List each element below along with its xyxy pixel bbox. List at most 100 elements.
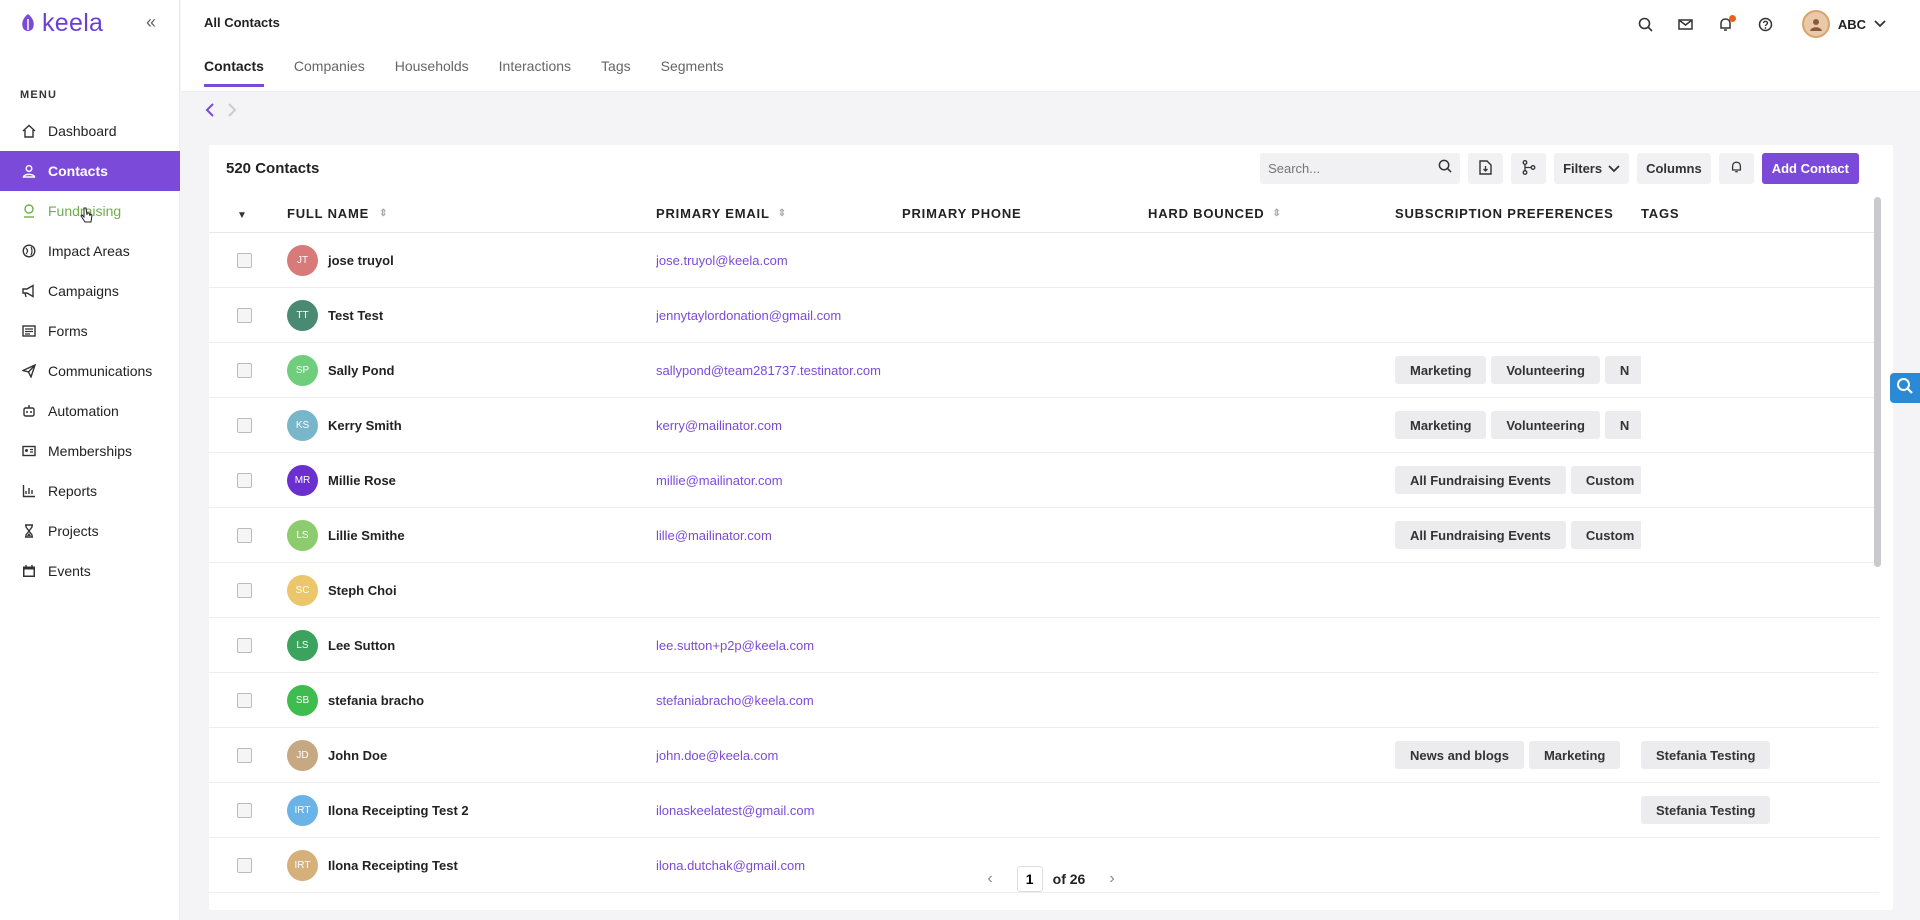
table-body: JT jose truyol jose.truyol@keela.com TT Test…: [209, 233, 1879, 893]
tab-contacts[interactable]: Contacts: [204, 58, 264, 87]
header-primary-phone[interactable]: PRIMARY PHONE: [902, 206, 1148, 221]
table-row[interactable]: SC Steph Choi: [209, 563, 1879, 618]
email-link[interactable]: kerry@mailinator.com: [656, 418, 902, 433]
sidebar-item-contacts[interactable]: Contacts: [0, 151, 180, 191]
email-link[interactable]: lee.sutton+p2p@keela.com: [656, 638, 902, 653]
keela-logo[interactable]: keela: [20, 9, 103, 37]
tags-cell: Stefania Testing: [1641, 796, 1841, 824]
email-link[interactable]: ilonaskeelatest@gmail.com: [656, 803, 902, 818]
filters-button[interactable]: Filters: [1554, 153, 1630, 184]
header-tags[interactable]: TAGS: [1641, 206, 1841, 221]
table-row[interactable]: LS Lillie Smithe lille@mailinator.com All F…: [209, 508, 1879, 563]
tag-chip[interactable]: Stefania Testing: [1641, 741, 1771, 769]
columns-button[interactable]: Columns: [1637, 153, 1711, 184]
row-checkbox[interactable]: [237, 527, 252, 543]
tag-chip[interactable]: Stefania Testing: [1641, 796, 1771, 824]
contact-name-link[interactable]: Millie Rose: [328, 473, 396, 488]
table-row[interactable]: SB stefania bracho stefaniabracho@keela.co…: [209, 673, 1879, 728]
tab-segments[interactable]: Segments: [661, 58, 724, 87]
email-link[interactable]: millie@mailinator.com: [656, 473, 902, 488]
sidebar-item-automation[interactable]: Automation: [0, 391, 180, 431]
page-number-input[interactable]: [1016, 866, 1043, 892]
search-icon[interactable]: [1438, 159, 1452, 178]
table-row[interactable]: JD John Doe john.doe@keela.com News and blo…: [209, 728, 1879, 783]
contact-name-link[interactable]: Ilona Receipting Test 2: [328, 803, 469, 818]
header-label: PRIMARY EMAIL: [656, 206, 770, 221]
mail-icon[interactable]: [1676, 14, 1696, 34]
header-full-name[interactable]: FULL NAME ⇕: [287, 206, 656, 221]
email-link[interactable]: stefaniabracho@keela.com: [656, 693, 902, 708]
email-link[interactable]: jennytaylordonation@gmail.com: [656, 308, 902, 323]
row-checkbox[interactable]: [237, 747, 252, 763]
subscription-cell: Marketing Volunteering N: [1395, 356, 1641, 384]
search-input[interactable]: [1268, 161, 1429, 176]
bell-icon[interactable]: [1716, 14, 1736, 34]
prev-page-icon[interactable]: ‹: [973, 870, 1006, 888]
email-link[interactable]: john.doe@keela.com: [656, 748, 902, 763]
sidebar-item-communications[interactable]: Communications: [0, 351, 180, 391]
export-button[interactable]: [1468, 153, 1504, 184]
scrollbar[interactable]: [1874, 197, 1881, 567]
header-subscription-preferences[interactable]: SUBSCRIPTION PREFERENCES: [1395, 206, 1641, 221]
contact-name-link[interactable]: Sally Pond: [328, 363, 394, 378]
sidebar-item-reports[interactable]: Reports: [0, 471, 180, 511]
sidebar-item-dashboard[interactable]: Dashboard: [0, 111, 180, 151]
email-link[interactable]: sallypond@team281737.testinator.com: [656, 363, 902, 378]
table-row[interactable]: LS Lee Sutton lee.sutton+p2p@keela.com: [209, 618, 1879, 673]
row-checkbox[interactable]: [237, 362, 252, 378]
tab-companies[interactable]: Companies: [294, 58, 365, 87]
table-row[interactable]: KS Kerry Smith kerry@mailinator.com Marketi…: [209, 398, 1879, 453]
header-hard-bounced[interactable]: HARD BOUNCED ⇕: [1148, 206, 1395, 221]
merge-button[interactable]: [1511, 153, 1547, 184]
sidebar-item-campaigns[interactable]: Campaigns: [0, 271, 180, 311]
sidebar-item-label: Memberships: [48, 443, 133, 459]
row-checkbox[interactable]: [237, 307, 252, 323]
table-row[interactable]: MR Millie Rose millie@mailinator.com All Fu…: [209, 453, 1879, 508]
tab-households[interactable]: Households: [395, 58, 469, 87]
table-row[interactable]: TT Test Test jennytaylordonation@gmail.com: [209, 288, 1879, 343]
bell-icon: [1730, 160, 1743, 177]
row-checkbox[interactable]: [237, 802, 252, 818]
sidebar-item-forms[interactable]: Forms: [0, 311, 180, 351]
select-all-dropdown[interactable]: ▼: [209, 206, 287, 221]
row-checkbox[interactable]: [237, 637, 252, 653]
contact-name-link[interactable]: John Doe: [328, 748, 387, 763]
row-checkbox[interactable]: [237, 252, 252, 268]
row-checkbox[interactable]: [237, 692, 252, 708]
forward-arrow-icon[interactable]: [227, 103, 237, 122]
table-row[interactable]: IRT Ilona Receipting Test 2 ilonaskeelates…: [209, 783, 1879, 838]
name-cell: SB stefania bracho: [287, 684, 656, 716]
tab-tags[interactable]: Tags: [601, 58, 631, 87]
sort-icon: ⇕: [1272, 208, 1282, 219]
sidebar-item-impact-areas[interactable]: Impact Areas: [0, 231, 180, 271]
sidebar-item-projects[interactable]: Projects: [0, 511, 180, 551]
name-cell: IRT Ilona Receipting Test 2: [287, 794, 656, 826]
row-checkbox[interactable]: [237, 582, 252, 598]
contact-name-link[interactable]: stefania bracho: [328, 693, 424, 708]
row-checkbox[interactable]: [237, 417, 252, 433]
help-icon[interactable]: [1756, 14, 1776, 34]
sidebar-item-events[interactable]: Events: [0, 551, 180, 591]
contact-name-link[interactable]: jose truyol: [328, 253, 394, 268]
contact-name-link[interactable]: Kerry Smith: [328, 418, 402, 433]
header-primary-email[interactable]: PRIMARY EMAIL ⇕: [656, 206, 902, 221]
contact-name-link[interactable]: Lillie Smithe: [328, 528, 405, 543]
row-checkbox[interactable]: [237, 472, 252, 488]
email-link[interactable]: lille@mailinator.com: [656, 528, 902, 543]
contact-name-link[interactable]: Steph Choi: [328, 583, 397, 598]
help-widget-button[interactable]: [1890, 373, 1920, 403]
table-row[interactable]: SP Sally Pond sallypond@team281737.testina…: [209, 343, 1879, 398]
contact-name-link[interactable]: Lee Sutton: [328, 638, 395, 653]
email-link[interactable]: jose.truyol@keela.com: [656, 253, 902, 268]
back-arrow-icon[interactable]: [205, 103, 215, 122]
tab-interactions[interactable]: Interactions: [499, 58, 571, 87]
search-icon[interactable]: [1636, 14, 1656, 34]
alert-button[interactable]: [1718, 153, 1754, 184]
add-contact-button[interactable]: Add Contact: [1761, 153, 1859, 184]
sidebar-item-memberships[interactable]: Memberships: [0, 431, 180, 471]
collapse-sidebar-icon[interactable]: «: [146, 12, 156, 33]
contact-name-link[interactable]: Test Test: [328, 308, 383, 323]
table-row[interactable]: JT jose truyol jose.truyol@keela.com: [209, 233, 1879, 288]
next-page-icon[interactable]: ›: [1095, 870, 1128, 888]
user-menu[interactable]: ABC: [1801, 10, 1886, 38]
